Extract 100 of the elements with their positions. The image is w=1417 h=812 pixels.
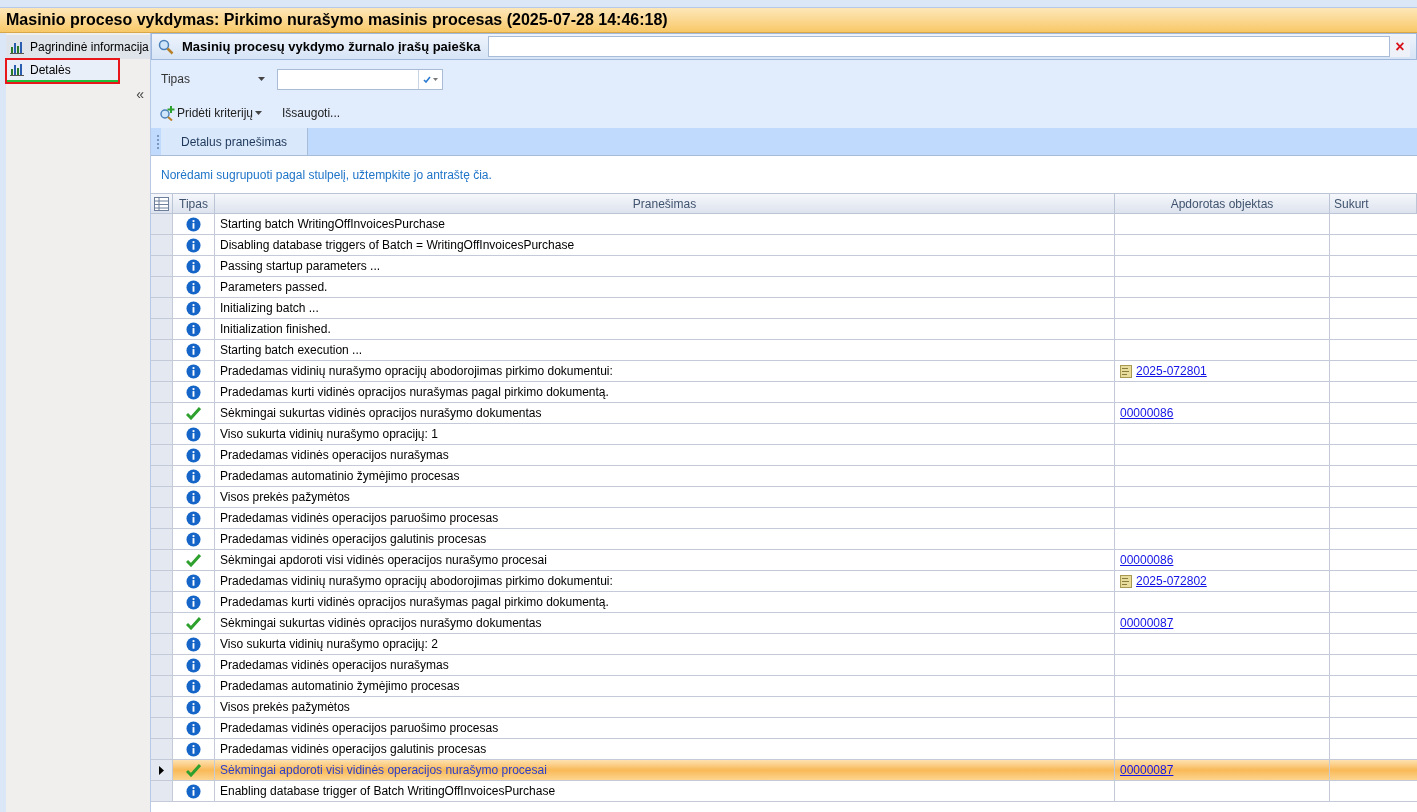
info-icon	[186, 678, 201, 694]
table-row[interactable]: Sėkmingai sukurtas vidinės opracijos nurašymo dokumentas 00000087	[151, 613, 1417, 634]
message-text: Enabling database trigger of Batch WritingOffInvoicesPurchase	[220, 783, 556, 800]
window-title: Masinio proceso vykdymas: Pirkimo nurašymo masinis procesas (2025-07-28 14:46:18)	[0, 8, 1417, 33]
info-icon	[186, 258, 201, 274]
table-row[interactable]: Pradedamas vidinių nurašymo opracijų abodorojimas pirkimo dokumentui: 2025-072801	[151, 361, 1417, 382]
sidebar-item[interactable]: Detalės	[6, 59, 119, 83]
clear-button[interactable]: ×	[1390, 36, 1410, 57]
message-text: Pradedamas vidinės operacijos nurašymas	[220, 447, 449, 464]
search-icon	[158, 38, 174, 55]
table-row[interactable]: Initializing batch ...	[151, 298, 1417, 319]
message-text: Sėkmingai apdoroti visi vidinės operacijos nurašymo procesai	[220, 552, 547, 569]
object-link[interactable]: 00000086	[1120, 551, 1174, 569]
table-row[interactable]: Pradedamas kurti vidinės opracijos nurašymas pagal pirkimo dokumentą.	[151, 592, 1417, 613]
table-row[interactable]: Sėkmingai apdoroti visi vidinės operacijos nurašymo procesai 00000086	[151, 550, 1417, 571]
checkmark-icon	[186, 406, 201, 420]
bar-chart-icon	[10, 63, 24, 76]
filter-field[interactable]	[277, 68, 443, 90]
table-icon	[154, 196, 169, 211]
table-row[interactable]: Pradedamas automatinio žymėjimo procesas	[151, 676, 1417, 697]
message-text: Parameters passed.	[220, 279, 328, 296]
table-row[interactable]: Starting batch execution ...	[151, 340, 1417, 361]
table-row[interactable]: Pradedamas vidinės operacijos nurašymas	[151, 445, 1417, 466]
table-row[interactable]: Pradedamas vidinės operacijos galutinis procesas	[151, 529, 1417, 550]
message-text: Sėkmingai sukurtas vidinės opracijos nurašymo dokumentas	[220, 405, 542, 422]
check-icon	[423, 75, 431, 83]
table-row[interactable]: Sėkmingai apdoroti visi vidinės operacijos nurašymo procesai 00000087	[151, 760, 1417, 781]
checkmark-icon	[186, 553, 201, 567]
save-button[interactable]: Išsaugoti...	[282, 104, 341, 122]
message-text: Viso sukurta vidinių nurašymo opracijų: 2	[220, 636, 438, 653]
message-text: Pradedamas vidinės operacijos galutinis procesas	[220, 741, 487, 758]
collapse-button[interactable]: «	[136, 87, 144, 101]
info-icon	[186, 510, 201, 526]
info-icon	[186, 636, 201, 652]
message-text: Starting batch execution ...	[220, 342, 363, 359]
message-text: Pradedamas kurti vidinės opracijos nurašymas pagal pirkimo dokumentą.	[220, 594, 609, 611]
table-row[interactable]: Enabling database trigger of Batch WritingOffInvoicesPurchase	[151, 781, 1417, 802]
table-row[interactable]: Sėkmingai sukurtas vidinės opracijos nurašymo dokumentas 00000086	[151, 403, 1417, 424]
object-link[interactable]: 00000087	[1120, 614, 1174, 632]
info-icon	[186, 720, 201, 736]
info-icon	[186, 741, 201, 757]
info-icon	[186, 594, 201, 610]
table-row[interactable]: Initialization finished.	[151, 319, 1417, 340]
table-row[interactable]: Visos prekės pažymėtos	[151, 487, 1417, 508]
column-header[interactable]: Tipas	[173, 194, 215, 213]
column-header[interactable]: Apdorotas objektas	[1115, 194, 1330, 213]
table-row[interactable]: Visos prekės pažymėtos	[151, 697, 1417, 718]
object-link[interactable]: 2025-072802	[1136, 572, 1207, 590]
info-icon	[186, 300, 201, 316]
object-link[interactable]: 2025-072801	[1136, 362, 1207, 380]
message-text: Viso sukurta vidinių nurašymo opracijų: 1	[220, 426, 438, 443]
info-icon	[186, 237, 201, 253]
info-icon	[186, 342, 201, 358]
tab[interactable]: Detalus pranešimas	[161, 128, 309, 155]
group-hint: Norėdami sugrupuoti pagal stulpelį, užtempkite jo antraštę čia.	[161, 166, 492, 184]
object-link[interactable]: 00000087	[1120, 761, 1174, 779]
message-text: Visos prekės pažymėtos	[220, 489, 350, 506]
column-header[interactable]: Sukurt	[1330, 194, 1417, 213]
info-icon	[186, 447, 201, 463]
checkmark-icon	[186, 616, 201, 630]
table-row[interactable]: Pradedamas vidinės operacijos paruošimo procesas	[151, 508, 1417, 529]
message-text: Visos prekės pažymėtos	[220, 699, 350, 716]
info-icon	[186, 279, 201, 295]
info-icon	[186, 321, 201, 337]
add-criteria-button[interactable]: Pridėti kriterijų	[159, 104, 263, 122]
table-row[interactable]: Pradedamas vidinės operacijos paruošimo procesas	[151, 718, 1417, 739]
message-text: Pradedamas vidinių nurašymo opracijų abodorojimas pirkimo dokumentui:	[220, 573, 613, 590]
bar-chart-icon	[10, 40, 24, 54]
table-row[interactable]: Pradedamas vidinės operacijos nurašymas	[151, 655, 1417, 676]
info-icon	[186, 216, 201, 232]
message-text: Pradedamas automatinio žymėjimo procesas	[220, 678, 460, 695]
table-row[interactable]: Pradedamas vidinių nurašymo opracijų abodorojimas pirkimo dokumentui: 2025-072802	[151, 571, 1417, 592]
info-icon	[186, 384, 201, 400]
message-text: Passing startup parameters ...	[220, 258, 381, 275]
sidebar-item[interactable]: Pagrindinė informacija	[6, 35, 150, 59]
message-text: Sėkmingai apdoroti visi vidinės operacijos nurašymo procesai	[220, 762, 547, 779]
caret-icon	[255, 111, 263, 115]
table-row[interactable]: Viso sukurta vidinių nurašymo opracijų: 2	[151, 634, 1417, 655]
info-icon	[186, 489, 201, 505]
search-field[interactable]	[488, 36, 1390, 57]
message-text: Starting batch WritingOffInvoicesPurchase	[220, 216, 445, 233]
message-text: Pradedamas vidinės operacijos paruošimo procesas	[220, 510, 499, 527]
table-row[interactable]: Starting batch WritingOffInvoicesPurchase	[151, 214, 1417, 235]
message-text: Pradedamas vidinės operacijos galutinis procesas	[220, 531, 487, 548]
table-row[interactable]: Pradedamas kurti vidinės opracijos nurašymas pagal pirkimo dokumentą.	[151, 382, 1417, 403]
table-row[interactable]: Viso sukurta vidinių nurašymo opracijų: 1	[151, 424, 1417, 445]
message-text: Pradedamas vidinės operacijos nurašymas	[220, 657, 449, 674]
message-text: Pradedamas vidinių nurašymo opracijų abodorojimas pirkimo dokumentui:	[220, 363, 613, 380]
info-icon	[186, 657, 201, 673]
message-text: Disabling database triggers of Batch = WritingOffInvoicesPurchase	[220, 237, 575, 254]
table-row[interactable]: Passing startup parameters ...	[151, 256, 1417, 277]
row-header[interactable]	[151, 760, 173, 780]
table-row[interactable]: Pradedamas automatinio žymėjimo procesas	[151, 466, 1417, 487]
caret-icon	[433, 77, 438, 81]
object-link[interactable]: 00000086	[1120, 404, 1174, 422]
checkmark-icon	[186, 763, 201, 777]
table-row[interactable]: Disabling database triggers of Batch = WritingOffInvoicesPurchase	[151, 235, 1417, 256]
table-row[interactable]: Parameters passed.	[151, 277, 1417, 298]
filter-field-selector[interactable]: Tipas	[161, 70, 271, 88]
column-header[interactable]: Pranešimas	[215, 194, 1115, 213]
